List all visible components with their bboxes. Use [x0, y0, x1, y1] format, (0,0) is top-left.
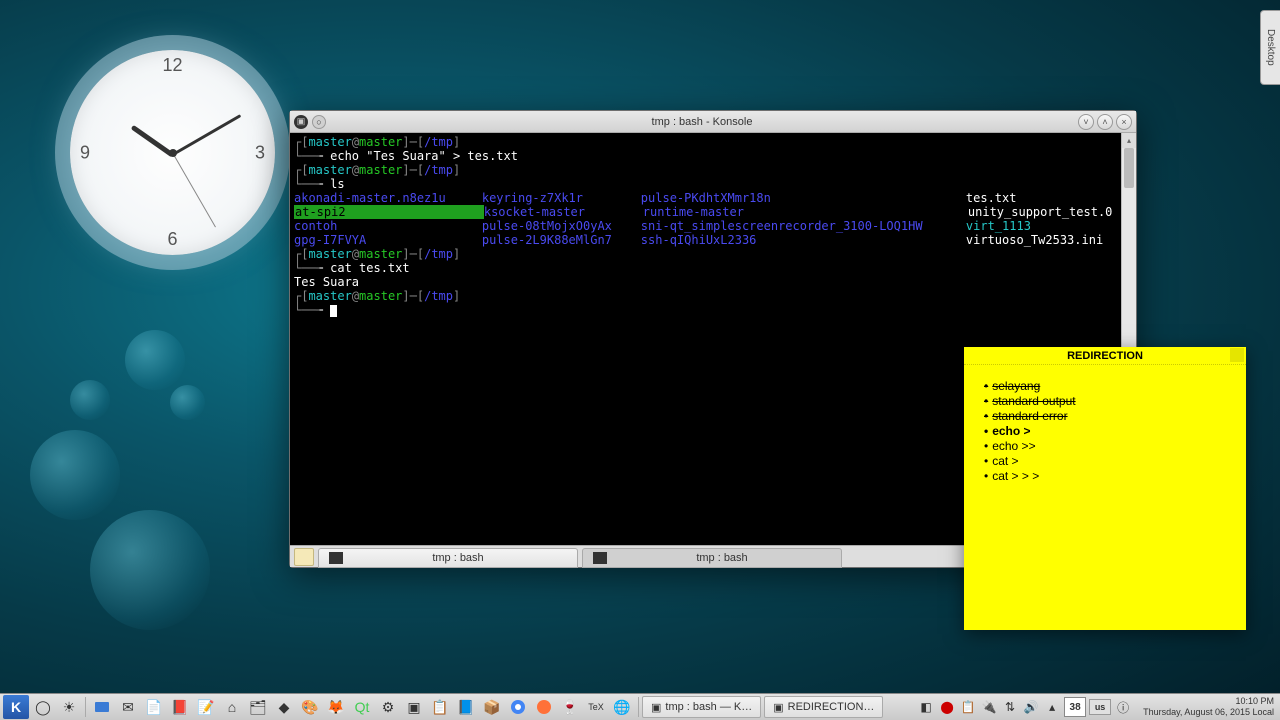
- tray-clipboard-icon[interactable]: 📋: [959, 698, 977, 716]
- minute-hand: [172, 114, 241, 156]
- kde-launcher-button[interactable]: K: [3, 695, 29, 719]
- app-icon: ▣: [294, 115, 308, 129]
- clock-center: [169, 149, 177, 157]
- sticky-item: echo >: [984, 424, 1226, 439]
- taskbar-divider: [638, 697, 639, 717]
- new-session-button[interactable]: [294, 548, 314, 566]
- keyboard-layout-badge[interactable]: us: [1089, 699, 1111, 715]
- tray-recorder-icon[interactable]: ⬤: [938, 698, 956, 716]
- sticky-item: cat > > >: [984, 469, 1226, 484]
- sticky-item: cat >: [984, 454, 1226, 469]
- terminal-icon: [593, 552, 607, 564]
- sticky-title[interactable]: REDIRECTION: [964, 347, 1246, 365]
- taskbar-clock[interactable]: 10:10 PM Thursday, August 06, 2015 Local: [1139, 696, 1278, 718]
- weather-icon[interactable]: ☀: [57, 696, 81, 718]
- activity-icon[interactable]: ◯: [31, 696, 55, 718]
- task-label: tmp : bash — K…: [665, 701, 752, 713]
- sticky-note[interactable]: REDIRECTION selayangstandard outputstand…: [964, 347, 1246, 630]
- konsole-tab[interactable]: tmp : bash: [582, 548, 842, 568]
- window-title: tmp : bash - Konsole: [326, 116, 1078, 128]
- bg-bubble: [70, 380, 110, 420]
- bg-bubble: [125, 330, 185, 390]
- tray-expand-icon[interactable]: ▴: [1043, 698, 1061, 716]
- hour-hand: [130, 124, 174, 157]
- konsole-tab[interactable]: tmp : bash: [318, 548, 578, 568]
- scroll-up-button[interactable]: ▴: [1122, 133, 1136, 148]
- qt-icon[interactable]: Qt: [350, 696, 374, 718]
- tray-notifications-icon[interactable]: ⓘ: [1114, 698, 1132, 716]
- calendar-badge[interactable]: 38: [1064, 697, 1086, 717]
- tab-label: tmp : bash: [613, 552, 831, 564]
- kate-icon[interactable]: 📝: [194, 696, 218, 718]
- clock-9: 9: [80, 142, 90, 163]
- taskbar[interactable]: K ◯ ☀ ✉ 📄 📕 📝 ⌂ 🗂 ◆ 🎨 🦊 Qt ⚙ ▣ 📋 📘 📦 🍷 T…: [0, 693, 1280, 720]
- sticky-close-button[interactable]: [1230, 348, 1244, 362]
- network-icon[interactable]: 🌐: [610, 696, 634, 718]
- window-titlebar[interactable]: ▣ ○ tmp : bash - Konsole ˅ ˄ ×: [290, 111, 1136, 133]
- clock-12: 12: [162, 55, 182, 76]
- settings-icon[interactable]: ⚙: [376, 696, 400, 718]
- okular-icon[interactable]: 📕: [168, 696, 192, 718]
- tray-devices-icon[interactable]: 🔌: [980, 698, 998, 716]
- terminal-icon: [329, 552, 343, 564]
- task-icon: ▣: [773, 701, 783, 714]
- analog-clock-widget: 12 3 6 9: [55, 20, 290, 320]
- taskbar-divider: [85, 697, 86, 717]
- tab-label: tmp : bash: [349, 552, 567, 564]
- kwrite-icon[interactable]: 📄: [142, 696, 166, 718]
- task-icon: ▣: [651, 701, 661, 714]
- taskbar-task[interactable]: ▣ REDIRECTION…: [764, 696, 883, 718]
- clock-6: 6: [167, 229, 177, 250]
- dolphin-icon[interactable]: [90, 696, 114, 718]
- firefox-icon[interactable]: [532, 696, 556, 718]
- krita-icon[interactable]: 🎨: [298, 696, 322, 718]
- desktop-edge-tab[interactable]: Desktop: [1260, 10, 1280, 85]
- tray-volume-icon[interactable]: 🔊: [1022, 698, 1040, 716]
- taskbar-date: Thursday, August 06, 2015 Local: [1143, 707, 1274, 718]
- sticky-body[interactable]: selayangstandard outputstandard errorech…: [964, 365, 1246, 498]
- minimize-button[interactable]: ˅: [1078, 114, 1094, 130]
- bg-bubble: [30, 430, 120, 520]
- task-label: REDIRECTION…: [788, 701, 875, 713]
- close-button[interactable]: ×: [1116, 114, 1132, 130]
- inkscape-icon[interactable]: ◆: [272, 696, 296, 718]
- sticky-title-text: REDIRECTION: [1067, 350, 1143, 362]
- system-tray: ◧ ⬤ 📋 🔌 ⇅ 🔊 ▴ 38 us ⓘ 10:10 PM Thursday,…: [917, 694, 1278, 720]
- new-tab-icon[interactable]: ○: [312, 115, 326, 129]
- libreoffice-icon[interactable]: 📘: [454, 696, 478, 718]
- tray-app-icon[interactable]: ◧: [917, 698, 935, 716]
- vbox-icon[interactable]: 📦: [480, 696, 504, 718]
- taskbar-time: 10:10 PM: [1143, 696, 1274, 707]
- tray-network-icon[interactable]: ⇅: [1001, 698, 1019, 716]
- konsole-icon[interactable]: ▣: [402, 696, 426, 718]
- home-icon[interactable]: ⌂: [220, 696, 244, 718]
- gimp-icon[interactable]: 🦊: [324, 696, 348, 718]
- sticky-item: echo >>: [984, 439, 1226, 454]
- sticky-item: standard error: [984, 409, 1226, 424]
- bg-bubble: [170, 385, 205, 420]
- files-icon[interactable]: 🗂: [246, 696, 270, 718]
- clock-3: 3: [255, 142, 265, 163]
- sticky-item: standard output: [984, 394, 1226, 409]
- wine-icon[interactable]: 🍷: [558, 696, 582, 718]
- sticky-item: selayang: [984, 379, 1226, 394]
- taskbar-task[interactable]: ▣ tmp : bash — K…: [642, 696, 761, 718]
- bg-bubble: [90, 510, 210, 630]
- document-icon[interactable]: 📋: [428, 696, 452, 718]
- maximize-button[interactable]: ˄: [1097, 114, 1113, 130]
- chromium-icon[interactable]: [506, 696, 530, 718]
- scroll-thumb[interactable]: [1124, 148, 1134, 188]
- kmail-icon[interactable]: ✉: [116, 696, 140, 718]
- second-hand: [172, 153, 215, 227]
- tex-icon[interactable]: TeX: [584, 696, 608, 718]
